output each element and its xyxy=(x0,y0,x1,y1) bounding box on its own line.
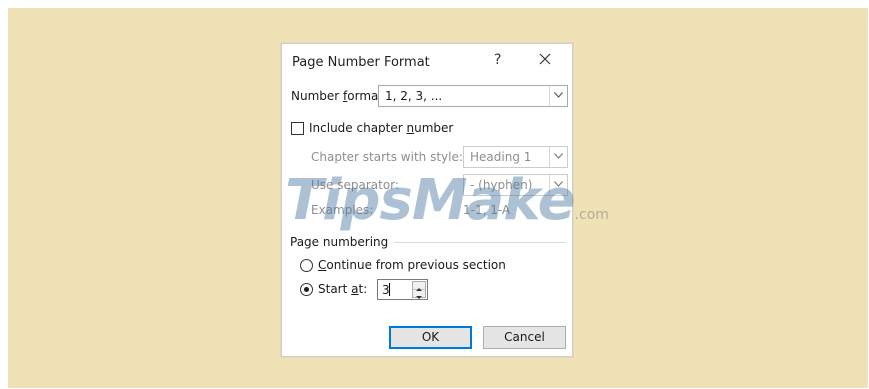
number-format-value: 1, 2, 3, ... xyxy=(385,89,443,103)
text-caret xyxy=(389,283,390,296)
continue-radio[interactable] xyxy=(300,259,313,272)
cancel-button[interactable]: Cancel xyxy=(483,326,566,349)
section-divider xyxy=(394,242,566,243)
spin-up-icon[interactable] xyxy=(413,282,425,291)
examples-value: 1-1, 1-A xyxy=(463,203,511,217)
dialog-title: Page Number Format xyxy=(292,55,430,70)
radio-selected-dot xyxy=(304,287,309,292)
start-at-label[interactable]: Start at: xyxy=(318,282,367,296)
start-at-input[interactable]: 3 xyxy=(377,279,428,300)
chevron-down-icon[interactable] xyxy=(549,147,567,167)
start-at-spinner[interactable] xyxy=(412,281,426,299)
chapter-style-select[interactable]: Heading 1 xyxy=(463,146,568,168)
chapter-style-value: Heading 1 xyxy=(470,150,532,164)
include-chapter-label[interactable]: Include chapter number xyxy=(309,121,453,135)
chapter-style-label: Chapter starts with style: xyxy=(311,150,463,164)
number-format-select[interactable]: 1, 2, 3, ... xyxy=(378,85,568,107)
start-at-radio[interactable] xyxy=(300,283,313,296)
help-icon[interactable]: ? xyxy=(494,52,501,68)
chevron-down-icon[interactable] xyxy=(549,86,567,106)
separator-select[interactable]: - (hyphen) xyxy=(463,174,568,196)
page-number-format-dialog: Page Number Format ? Number format: 1, 2… xyxy=(281,43,573,357)
chevron-down-icon[interactable] xyxy=(549,175,567,195)
ok-button[interactable]: OK xyxy=(389,326,472,349)
examples-label: Examples: xyxy=(311,203,374,217)
page-numbering-heading: Page numbering xyxy=(290,235,389,249)
separator-label: Use separator: xyxy=(311,178,399,192)
spin-down-icon[interactable] xyxy=(413,290,425,299)
include-chapter-checkbox[interactable] xyxy=(291,122,304,135)
continue-label[interactable]: Continue from previous section xyxy=(318,258,506,272)
separator-value: - (hyphen) xyxy=(470,178,533,192)
number-format-label: Number format: xyxy=(291,89,388,103)
close-icon[interactable] xyxy=(537,51,553,67)
